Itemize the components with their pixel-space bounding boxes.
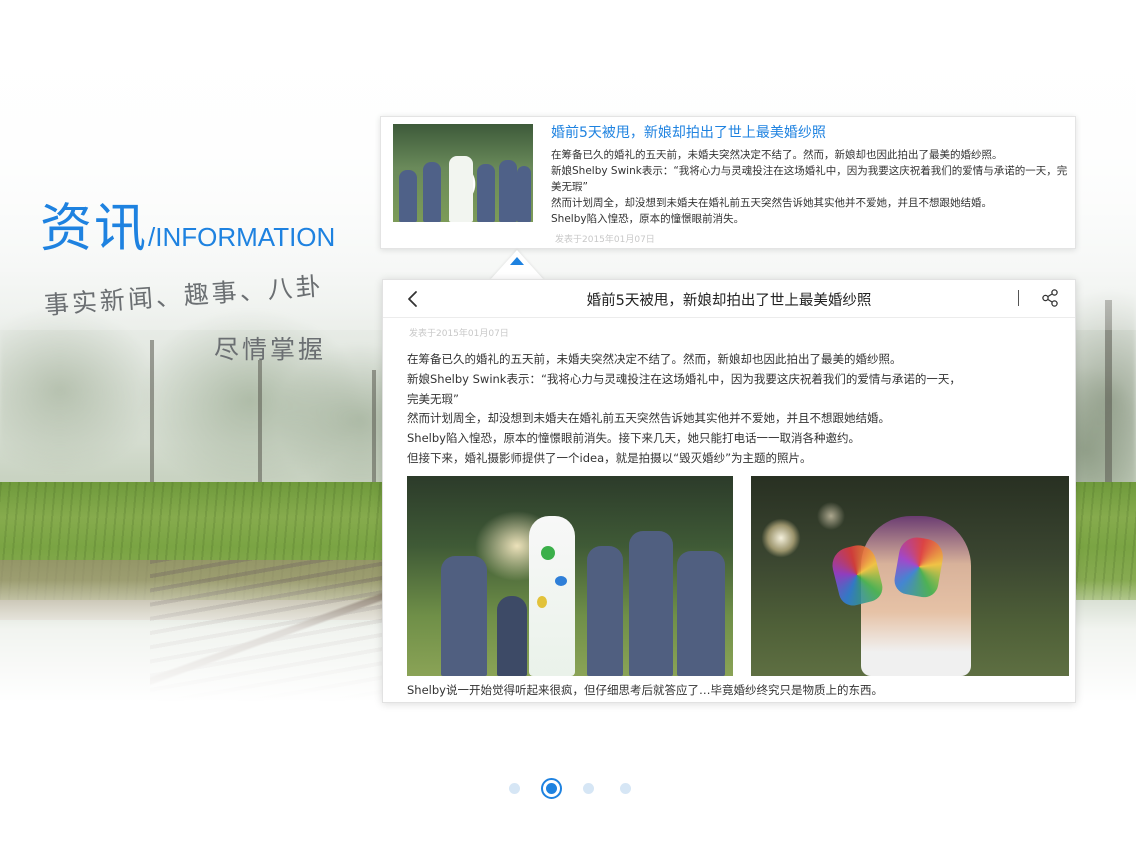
article-detail-panel: 婚前5天被甩，新娘却拍出了世上最美婚纱照 发表于2015年01月07日 在筹备已… — [382, 279, 1076, 703]
article-paragraph: 在筹备已久的婚礼的五天前，未婚夫突然决定不结了。然而，新娘却也因此拍出了最美的婚… — [407, 352, 902, 366]
article-paragraph: 然而计划周全，却没想到未婚夫在婚礼前五天突然告诉她其实他并不爱她，并且不想跟她结… — [407, 411, 890, 426]
news-list-item[interactable]: 婚前5天被甩，新娘却拍出了世上最美婚纱照 在筹备已久的婚礼的五天前，未婚夫突然决… — [380, 116, 1076, 249]
article-nav-title: 婚前5天被甩，新娘却拍出了世上最美婚纱照 — [586, 293, 872, 309]
article-date: 发表于2015年01月07日 — [409, 329, 509, 339]
page-dot-active[interactable] — [541, 778, 562, 799]
news-list-date: 发表于2015年01月07日 — [555, 235, 655, 245]
article-paragraph: 完美无瑕” — [407, 391, 459, 406]
article-nav-bar: 婚前5天被甩，新娘却拍出了世上最美婚纱照 — [383, 280, 1075, 318]
article-paragraph: Shelby陷入惶恐，原本的憧憬眼前消失。接下来几天，她只能打电话一一取消各种邀… — [407, 431, 860, 446]
tree-trunk — [372, 370, 376, 500]
page-dot[interactable] — [620, 783, 631, 794]
article-paragraph: 但接下来，婚礼摄影师提供了一个idea，就是拍摄以“毁灭婚纱”为主题的照片。 — [407, 450, 812, 465]
summary-line: Shelby陷入惶恐，原本的憧憬眼前消失。 — [551, 213, 745, 225]
article-body: 在筹备已久的婚礼的五天前，未婚夫突然决定不结了。然而，新娘却也因此拍出了最美的婚… — [407, 350, 1057, 469]
news-list-summary: 在筹备已久的婚礼的五天前，未婚夫突然决定不结了。然而，新娘却也因此拍出了最美的婚… — [551, 147, 1069, 227]
article-paragraph: 新娘Shelby Swink表示：“我将心力与灵魂投注在这场婚礼中，因为我要这庆… — [407, 371, 961, 386]
callout-pointer — [490, 250, 544, 280]
page-headline: 资讯/INFORMATION — [40, 186, 335, 261]
page-dot[interactable] — [583, 783, 594, 794]
news-list-title[interactable]: 婚前5天被甩，新娘却拍出了世上最美婚纱照 — [551, 122, 826, 142]
article-photo-painted-hands[interactable] — [751, 476, 1069, 676]
summary-line: 然而计划周全，却没想到未婚夫在婚礼前五天突然告诉她其实他并不爱她，并且不想跟她结… — [551, 197, 992, 209]
news-thumbnail — [393, 124, 533, 222]
article-caption: Shelby说一开始觉得听起来很疯，但仔细思考后就答应了…毕竟婚纱终究只是物质上… — [407, 683, 883, 697]
tree-trunk — [150, 340, 154, 500]
article-photo-bridal-party[interactable] — [407, 476, 733, 676]
headline-title-cn: 资讯 — [40, 199, 149, 259]
tagline-line-2: 尽情掌握 — [214, 335, 327, 364]
summary-line: 在筹备已久的婚礼的五天前，未婚夫突然决定不结了。然而，新娘却也因此拍出了最美的婚… — [551, 149, 1003, 161]
summary-line: 新娘Shelby Swink表示：“我将心力与灵魂投注在这场婚礼中，因为我要这庆… — [551, 165, 1068, 193]
page-indicator — [506, 777, 636, 799]
tree-trunk — [258, 360, 262, 500]
headline-title-en: /INFORMATION — [148, 222, 336, 252]
nav-divider — [1018, 290, 1019, 306]
share-icon — [1042, 289, 1058, 307]
page-dot[interactable] — [509, 783, 520, 794]
callout-pointer-marker — [510, 257, 524, 265]
share-button[interactable] — [1040, 288, 1060, 308]
